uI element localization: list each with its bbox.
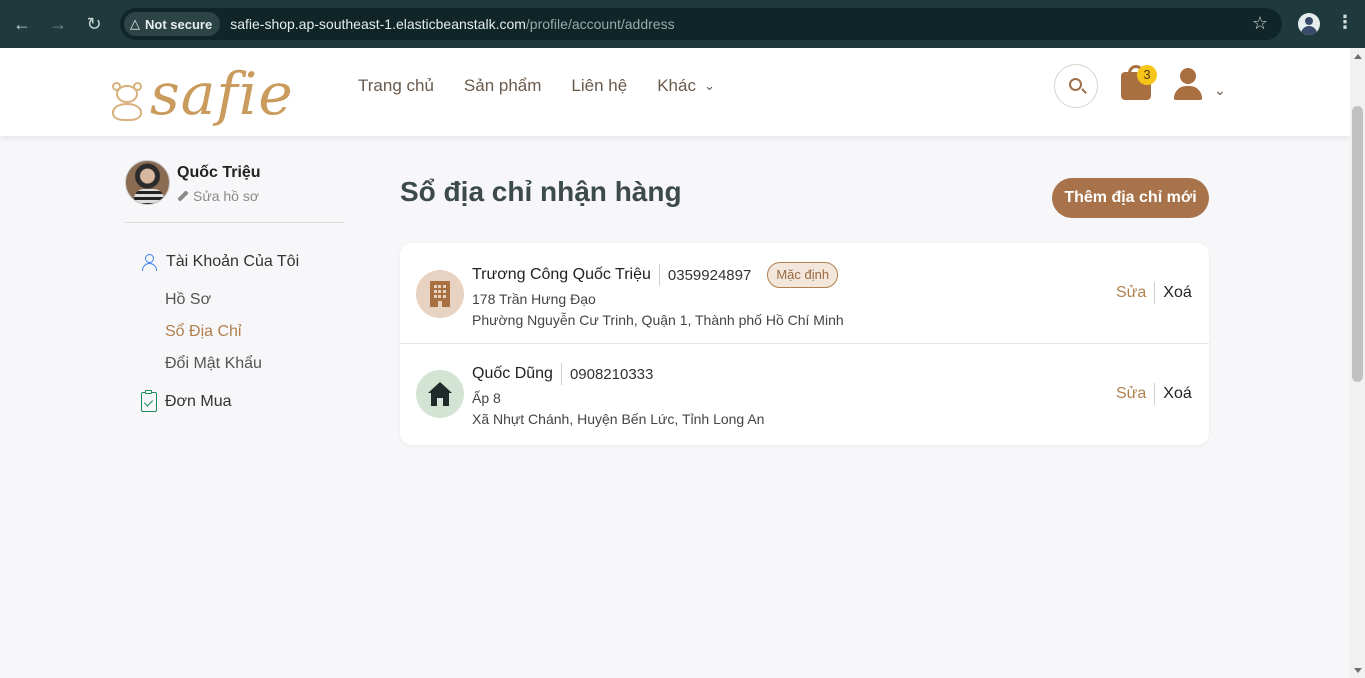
sidebar-item-address-book[interactable]: Sổ Địa Chỉ: [141, 316, 341, 348]
sidebar-user-name: Quốc Triệu: [177, 164, 261, 181]
sidebar-group-orders[interactable]: Đơn Mua: [141, 390, 341, 414]
address-street: 178 Trần Hưng Đạo: [472, 291, 596, 307]
divider: [1154, 383, 1156, 405]
url-text[interactable]: safie-shop.ap-southeast-1.elasticbeansta…: [230, 16, 674, 32]
nav-home[interactable]: Trang chủ: [358, 76, 434, 96]
cart-count-badge: 3: [1137, 65, 1157, 85]
address-street: Ấp 8: [472, 390, 501, 406]
chevron-down-icon: ⌄: [703, 78, 715, 93]
edit-profile-label: Sửa hồ sơ: [193, 188, 260, 204]
recipient-phone: 0908210333: [569, 365, 654, 383]
default-badge: Mặc định: [767, 262, 839, 288]
security-indicator[interactable]: △ Not secure: [124, 12, 221, 36]
divider: [560, 363, 562, 385]
logo-text: safie: [150, 60, 294, 128]
nav-more-label: Khác: [657, 76, 696, 95]
user-account-icon[interactable]: [1172, 68, 1204, 102]
edit-address-button[interactable]: Sửa: [1116, 284, 1146, 302]
avatar[interactable]: [125, 160, 170, 205]
browser-menu-icon[interactable]: ⋮: [1336, 12, 1354, 33]
user-menu-chevron-icon[interactable]: ⌄: [1214, 82, 1226, 99]
scroll-down-icon[interactable]: [1354, 668, 1362, 673]
edit-address-button[interactable]: Sửa: [1116, 385, 1146, 403]
scrollbar-thumb[interactable]: [1352, 106, 1363, 382]
url-path: /profile/account/address: [525, 16, 675, 32]
url-host: safie-shop.ap-southeast-1.elasticbeansta…: [230, 16, 526, 32]
nav-contact[interactable]: Liên hệ: [571, 76, 627, 96]
sidebar-group-orders-label: Đơn Mua: [165, 393, 232, 410]
delete-address-button[interactable]: Xoá: [1163, 284, 1191, 302]
sidebar-item-change-password[interactable]: Đổi Mật Khẩu: [141, 348, 341, 380]
edit-profile-link[interactable]: Sửa hồ sơ: [177, 188, 259, 204]
clipboard-check-icon: [141, 390, 157, 412]
search-button[interactable]: [1054, 64, 1098, 108]
address-item: Trương Công Quốc Triệu 0359924897 Mặc đị…: [400, 243, 1209, 344]
teddy-bear-icon: [106, 79, 150, 123]
nav-products[interactable]: Sản phẩm: [464, 76, 542, 96]
warning-icon: △: [130, 16, 140, 31]
forward-icon[interactable]: →: [40, 6, 76, 42]
sidebar-group-account[interactable]: Tài Khoản Của Tôi: [141, 250, 341, 274]
nav-home-label: Trang chủ: [358, 76, 434, 95]
bookmark-star-icon[interactable]: ☆: [1252, 13, 1268, 34]
sidebar-nav: Tài Khoản Của Tôi Hồ Sơ Sổ Địa Chỉ Đổi M…: [141, 250, 341, 414]
page-scrollbar[interactable]: [1350, 48, 1365, 678]
security-label: Not secure: [145, 16, 213, 32]
sidebar-item-profile[interactable]: Hồ Sơ: [141, 284, 341, 316]
recipient-name: Trương Công Quốc Triệu: [472, 266, 651, 283]
site-header: safie Trang chủ Sản phẩm Liên hệ Khác ⌄ ⌄: [0, 48, 1350, 136]
browser-toolbar: ← → ↻ △ Not secure safie-shop.ap-southea…: [0, 0, 1365, 48]
main-nav: Trang chủ Sản phẩm Liên hệ Khác ⌄: [358, 76, 715, 96]
address-region: Xã Nhựt Chánh, Huyện Bến Lức, Tỉnh Long …: [472, 411, 765, 427]
recipient-phone: 0359924897: [667, 266, 752, 284]
page-title: Sổ địa chỉ nhận hàng: [400, 176, 682, 207]
sidebar-group-account-label: Tài Khoản Của Tôi: [166, 253, 300, 270]
pencil-icon: [177, 190, 189, 202]
add-address-button[interactable]: Thêm địa chỉ mới: [1052, 178, 1209, 218]
divider: [1154, 282, 1156, 304]
sidebar-user-card: Quốc Triệu Sửa hồ sơ: [125, 160, 344, 223]
person-icon: [141, 253, 158, 271]
nav-products-label: Sản phẩm: [463, 76, 542, 95]
site-logo[interactable]: safie: [106, 65, 294, 123]
browser-profile-icon[interactable]: [1298, 13, 1320, 35]
recipient-name: Quốc Dũng: [472, 365, 553, 382]
scroll-up-icon[interactable]: [1354, 54, 1362, 59]
house-icon: [416, 370, 464, 418]
address-bar[interactable]: △ Not secure safie-shop.ap-southeast-1.e…: [120, 8, 1282, 40]
address-item: Quốc Dũng 0908210333 Ấp 8 Xã Nhựt Chánh,…: [400, 344, 1209, 445]
building-icon: [416, 270, 464, 318]
address-list: Trương Công Quốc Triệu 0359924897 Mặc đị…: [400, 243, 1209, 445]
reload-icon[interactable]: ↻: [76, 6, 112, 42]
back-icon[interactable]: ←: [4, 6, 40, 42]
nav-more[interactable]: Khác ⌄: [657, 76, 715, 96]
address-region: Phường Nguyễn Cư Trinh, Quận 1, Thành ph…: [472, 312, 844, 328]
divider: [658, 264, 660, 286]
delete-address-button[interactable]: Xoá: [1163, 385, 1191, 403]
nav-contact-label: Liên hệ: [571, 76, 628, 95]
